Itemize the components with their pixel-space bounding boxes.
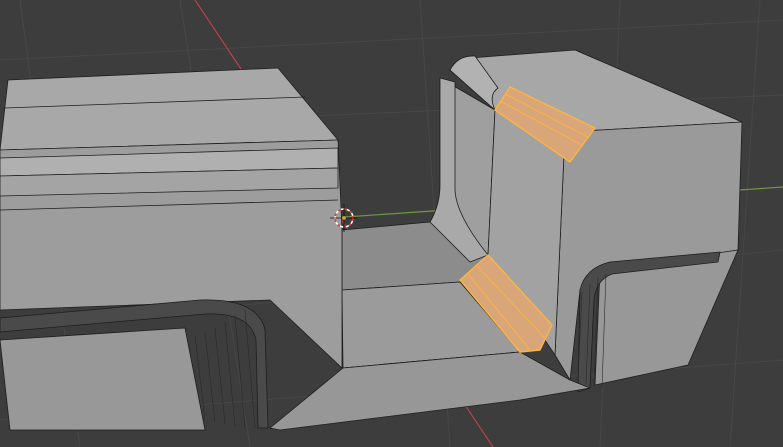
viewport-canvas[interactable] bbox=[0, 0, 783, 447]
left-step-face[interactable] bbox=[0, 327, 206, 431]
3d-viewport[interactable] bbox=[0, 0, 783, 447]
left-block-top[interactable] bbox=[0, 67, 339, 151]
